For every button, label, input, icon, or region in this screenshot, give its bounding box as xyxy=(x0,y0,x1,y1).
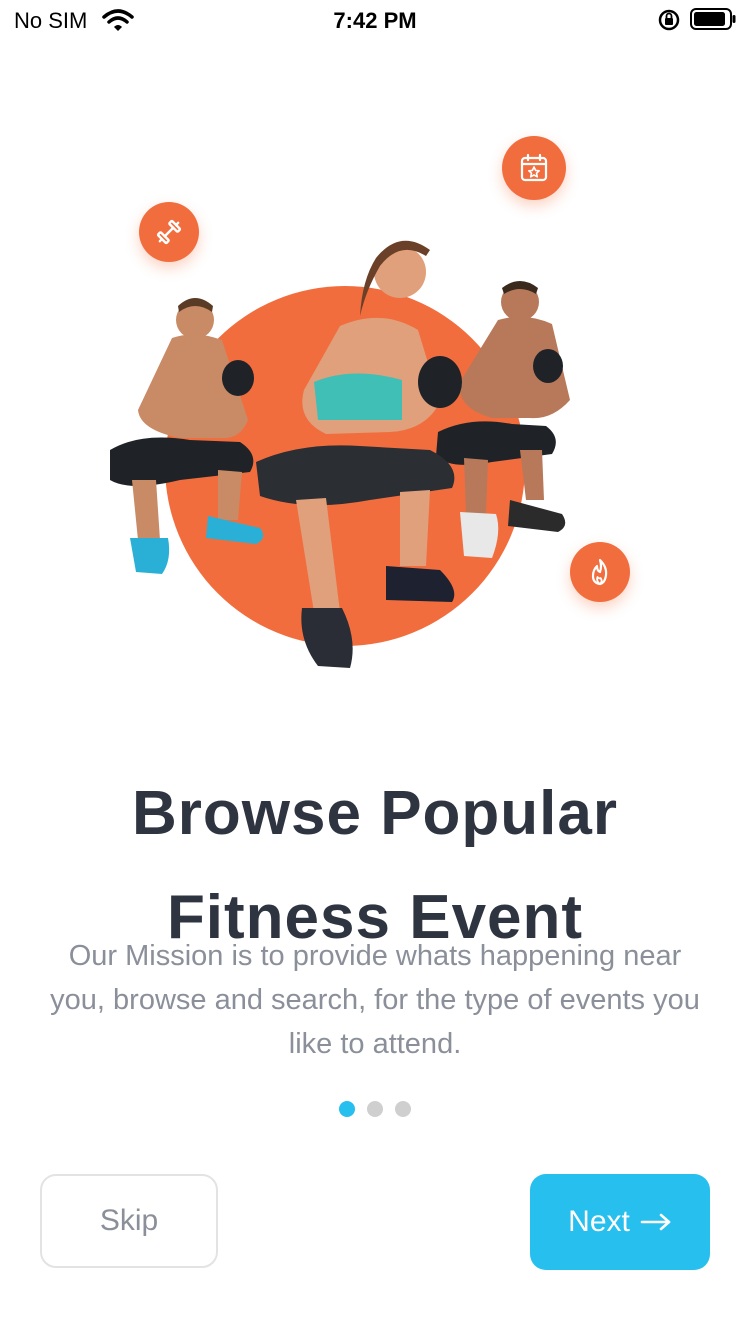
calendar-badge xyxy=(502,136,566,200)
status-time: 7:42 PM xyxy=(333,8,417,33)
dumbbell-icon xyxy=(156,219,182,245)
page-dot-3[interactable] xyxy=(395,1101,411,1117)
flame-badge xyxy=(570,542,630,602)
calendar-star-icon xyxy=(520,153,548,182)
page-description: Our Mission is to provide whats happenin… xyxy=(50,940,700,1060)
page-indicator xyxy=(0,1101,750,1117)
page-dot-1[interactable] xyxy=(339,1101,355,1117)
status-bar: No SIM 7:42 PM xyxy=(0,0,750,40)
next-button[interactable]: Next xyxy=(530,1174,710,1270)
skip-button[interactable]: Skip xyxy=(40,1174,218,1268)
arrow-right-icon xyxy=(640,1213,671,1231)
title-line-1: Browse Popular xyxy=(132,779,618,848)
flame-icon xyxy=(591,558,608,586)
dumbbell-badge xyxy=(139,202,199,262)
skip-button-label: Skip xyxy=(99,1204,159,1237)
next-button-label: Next xyxy=(568,1205,630,1238)
hero-illustration xyxy=(100,120,660,700)
orientation-lock-icon xyxy=(658,9,680,31)
battery-icon xyxy=(690,8,736,30)
page-dot-2[interactable] xyxy=(367,1101,383,1117)
